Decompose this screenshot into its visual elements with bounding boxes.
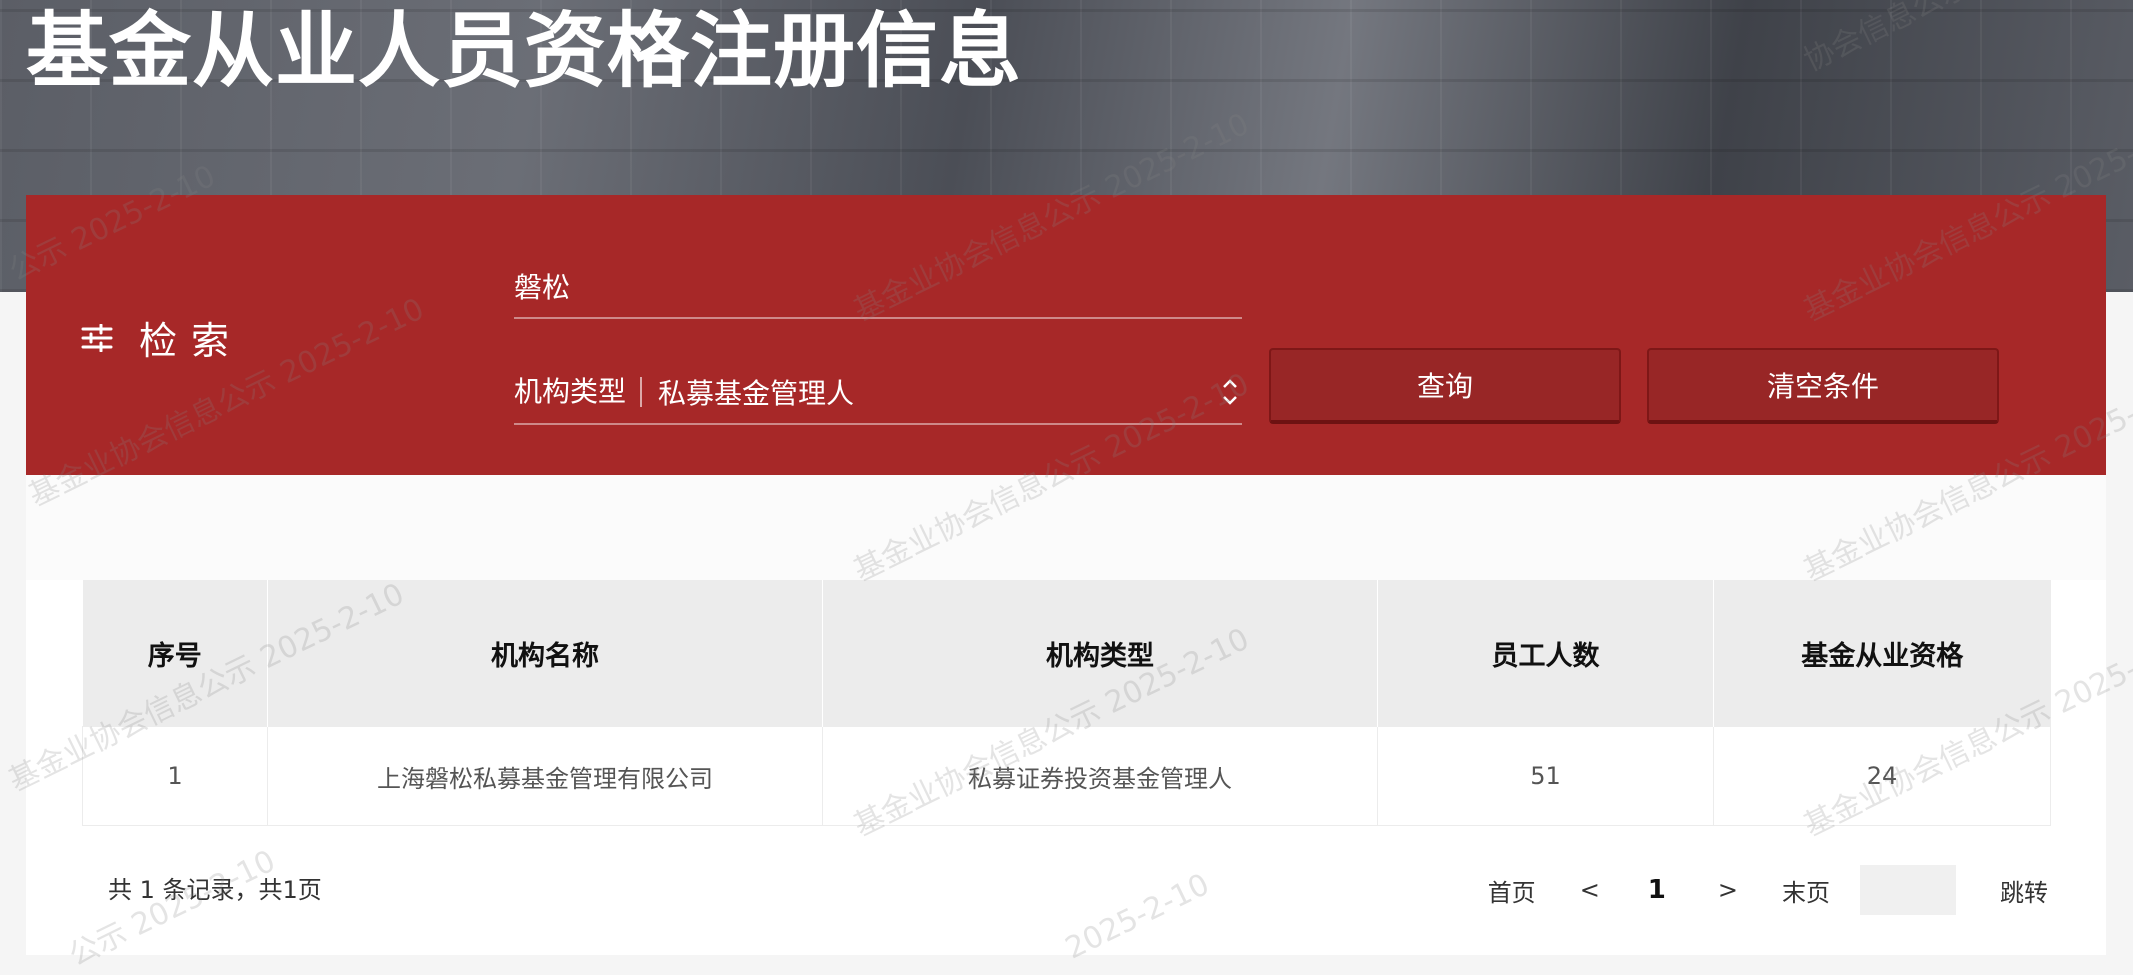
select-arrows-icon: [1223, 379, 1237, 405]
jump-button[interactable]: 跳转: [2000, 873, 2048, 908]
last-page-link[interactable]: 末页: [1782, 873, 1830, 908]
pagination: 首页 < 1 > 末页 跳转: [1488, 865, 2048, 915]
query-button[interactable]: 查询: [1269, 348, 1621, 424]
current-page[interactable]: 1: [1648, 875, 1666, 905]
column-header-qualified-count: 基金从业资格: [1713, 580, 2051, 727]
first-page-link[interactable]: 首页: [1488, 873, 1536, 908]
org-type-select[interactable]: 机构类型 私募基金管理人: [514, 361, 1242, 425]
search-panel: 检索 机构类型 私募基金管理人 查询 清空条件: [26, 195, 2106, 475]
prev-page-link[interactable]: <: [1580, 876, 1600, 904]
cell-staff-count: 51: [1377, 726, 1714, 826]
next-page-link[interactable]: >: [1718, 876, 1738, 904]
record-summary: 共 1 条记录，共1页: [108, 876, 322, 904]
keyword-search-input[interactable]: [514, 255, 1242, 319]
page-title: 基金从业人员资格注册信息: [26, 4, 1023, 99]
page-jump-input[interactable]: [1860, 865, 1956, 915]
search-heading: 检索: [81, 310, 243, 365]
org-type-value: 私募基金管理人: [658, 377, 855, 410]
cell-index: 1: [82, 726, 268, 826]
column-header-org-name: 机构名称: [267, 580, 823, 727]
cell-org-name[interactable]: 上海磐松私募基金管理有限公司: [267, 726, 823, 826]
column-header-staff-count: 员工人数: [1377, 580, 1714, 727]
column-header-org-type: 机构类型: [822, 580, 1378, 727]
results-area: 序号 机构名称 机构类型 员工人数 基金从业资格 1 上海磐松私募基金管理有限公…: [26, 475, 2106, 955]
org-type-label: 机构类型: [514, 377, 643, 407]
filter-icon: [81, 323, 113, 352]
cell-qualified-count: 24: [1713, 726, 2051, 826]
search-heading-label: 检索: [139, 319, 244, 363]
results-container: 序号 机构名称 机构类型 员工人数 基金从业资格 1 上海磐松私募基金管理有限公…: [26, 580, 2106, 955]
column-header-index: 序号: [82, 580, 268, 727]
table-row: 1 上海磐松私募基金管理有限公司 私募证券投资基金管理人 51 24: [82, 726, 2051, 826]
table-header-row: 序号 机构名称 机构类型 员工人数 基金从业资格: [82, 580, 2051, 727]
cell-org-type: 私募证券投资基金管理人: [822, 726, 1378, 826]
results-table: 序号 机构名称 机构类型 员工人数 基金从业资格 1 上海磐松私募基金管理有限公…: [82, 580, 2051, 826]
clear-conditions-button[interactable]: 清空条件: [1647, 348, 1999, 424]
